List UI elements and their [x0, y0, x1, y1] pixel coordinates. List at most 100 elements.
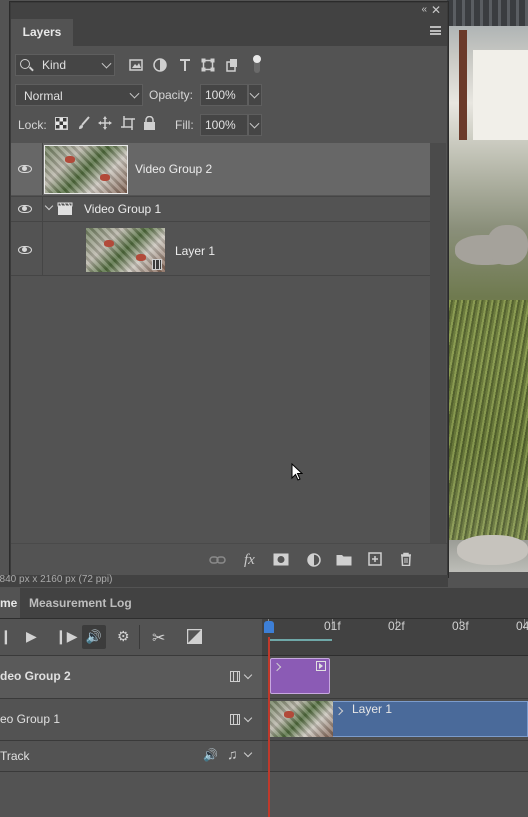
lock-image-pixels-icon[interactable] — [77, 116, 91, 130]
expand-chevron-icon[interactable] — [44, 201, 54, 211]
visibility-column — [11, 197, 43, 221]
transition-icon[interactable] — [187, 629, 202, 644]
chevron-down-icon — [101, 58, 112, 69]
play-button-icon[interactable]: ▶ — [26, 628, 37, 645]
eye-icon[interactable] — [18, 165, 32, 173]
lock-position-icon[interactable] — [98, 116, 112, 130]
chevron-down-icon — [249, 118, 260, 129]
timeline-tab-row: me Measurement Log — [0, 588, 528, 619]
chevron-down-icon[interactable] — [243, 713, 253, 723]
chevron-down-icon[interactable] — [243, 670, 253, 680]
close-panel-button[interactable]: ✕ — [431, 3, 441, 17]
layer-style-fx-icon[interactable]: fx — [244, 552, 255, 569]
thumbnail-detail — [136, 254, 146, 261]
photo-rock — [457, 535, 528, 565]
document-dimensions: 3840 px x 2160 px (72 ppi) — [0, 574, 113, 585]
music-note-icon[interactable]: ♫ — [227, 746, 238, 762]
layer-name[interactable]: Layer 1 — [175, 244, 215, 258]
new-layer-icon[interactable] — [368, 552, 382, 566]
playhead-handle[interactable] — [264, 621, 274, 633]
collapse-panel-button[interactable]: « — [421, 4, 427, 15]
layer-thumbnail[interactable] — [44, 145, 128, 194]
timeline-row-video-group-2[interactable]: deo Group 2 — [0, 656, 262, 699]
track-name: eo Group 1 — [0, 712, 61, 726]
layer-name[interactable]: Video Group 1 — [84, 202, 161, 216]
layer-name[interactable]: Video Group 2 — [135, 162, 212, 176]
document-status-bar: 3840 px x 2160 px (72 ppi) — [0, 574, 448, 587]
filter-shape-icon[interactable] — [201, 58, 215, 72]
tab-measurement-log[interactable]: Measurement Log — [29, 588, 132, 618]
new-adjustment-layer-icon[interactable] — [307, 553, 321, 567]
timeline-ruler[interactable]: 01f 02f 03f 04 — [262, 619, 528, 656]
panel-bottom-toolbar: fx — [11, 543, 447, 576]
lock-transparent-pixels-icon[interactable] — [55, 117, 68, 130]
gear-icon[interactable]: ⚙ — [117, 628, 130, 645]
film-icon[interactable] — [230, 671, 240, 682]
fill-dropdown-button[interactable] — [248, 114, 262, 136]
go-to-next-frame-icon[interactable]: ❙▶ — [55, 628, 78, 645]
tab-timeline[interactable]: me — [0, 588, 20, 618]
layer-row-layer-1[interactable]: Layer 1 — [11, 222, 430, 275]
clip-label: Layer 1 — [352, 702, 393, 716]
audio-toggle-button[interactable]: 🔊 — [82, 625, 106, 649]
layer-row-video-group-1[interactable]: Video Group 1 — [11, 197, 430, 221]
eye-icon[interactable] — [18, 246, 32, 254]
fill-value: 100% — [205, 118, 236, 132]
eye-icon[interactable] — [18, 205, 32, 213]
video-group-icon — [57, 202, 73, 215]
clip-expand-icon[interactable] — [272, 662, 282, 672]
layer-row-video-group-2[interactable]: Video Group 2 — [11, 143, 430, 195]
speaker-icon[interactable]: 🔊 — [203, 748, 218, 762]
panel-title-bar: « ✕ — [11, 3, 447, 19]
filter-kind-label: Kind — [42, 58, 67, 72]
track-name: Track — [0, 749, 30, 763]
visibility-column — [11, 143, 43, 195]
film-icon[interactable] — [230, 714, 240, 725]
blend-mode-select[interactable]: Normal — [15, 84, 143, 106]
thumbnail-detail — [65, 156, 75, 163]
filter-toggle-icon[interactable] — [251, 53, 263, 75]
delete-layer-icon[interactable] — [400, 552, 412, 566]
clip-menu-icon[interactable] — [316, 661, 326, 671]
timeline-row-video-group-1[interactable]: eo Group 1 — [0, 699, 262, 741]
layers-panel: « ✕ Layers Kind Normal Opacity: 100% Loc… — [10, 2, 448, 577]
video-layer-badge-icon — [152, 259, 162, 270]
track-lane[interactable] — [262, 741, 528, 772]
chevron-down-icon[interactable] — [243, 748, 253, 758]
clip-video-group-2[interactable] — [270, 658, 330, 694]
ruler-tick-label: 03f — [452, 619, 469, 633]
panel-menu-icon[interactable] — [430, 26, 441, 35]
filter-type-icon[interactable] — [178, 58, 192, 72]
photo-grass — [447, 300, 528, 540]
filter-pixel-icon[interactable] — [129, 58, 143, 72]
lock-all-icon[interactable] — [143, 116, 156, 130]
opacity-input[interactable]: 100% — [200, 84, 248, 106]
link-layers-icon[interactable] — [209, 554, 227, 566]
thumbnail-detail — [104, 240, 114, 247]
photo-pillar — [459, 30, 467, 140]
lock-artboard-icon[interactable] — [121, 116, 135, 130]
photo-rock — [487, 225, 528, 265]
filter-smart-object-icon[interactable] — [225, 58, 239, 72]
timeline-row-audio-track[interactable]: Track 🔊 ♫ — [0, 741, 262, 772]
split-at-playhead-icon[interactable]: ✂ — [152, 628, 165, 648]
panel-scrollbar[interactable] — [430, 143, 446, 543]
clip-thumbnail — [270, 701, 333, 737]
tab-layers[interactable]: Layers — [11, 19, 73, 46]
go-to-previous-frame-icon[interactable]: ❙ — [0, 628, 12, 645]
work-area-bar[interactable] — [268, 639, 332, 641]
toolbar-divider — [139, 625, 140, 649]
new-group-folder-icon[interactable] — [336, 553, 352, 566]
track-name: deo Group 2 — [0, 669, 71, 683]
filter-adjustment-icon[interactable] — [153, 58, 167, 72]
opacity-label: Opacity: — [149, 88, 194, 102]
canvas-photo — [447, 0, 528, 572]
mouse-cursor-icon — [291, 463, 303, 481]
row-divider — [11, 275, 430, 276]
add-mask-icon[interactable] — [273, 553, 289, 566]
filter-kind-select[interactable]: Kind — [15, 54, 115, 76]
fill-input[interactable]: 100% — [200, 114, 248, 136]
search-icon — [20, 59, 30, 69]
thumbnail-detail — [284, 711, 294, 718]
opacity-dropdown-button[interactable] — [248, 84, 262, 106]
